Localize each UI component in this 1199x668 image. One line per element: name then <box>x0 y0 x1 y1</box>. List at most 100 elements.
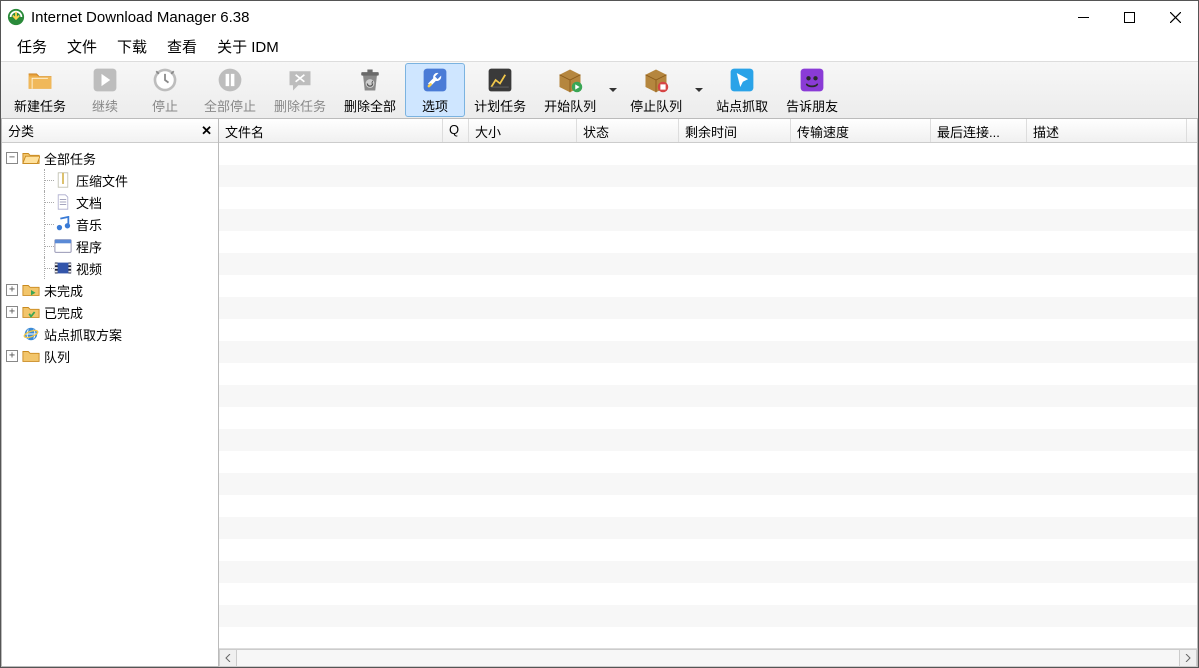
tree-node-icon <box>54 260 72 276</box>
table-header: 文件名Q大小状态剩余时间传输速度最后连接...描述 <box>219 119 1197 143</box>
toolbar-tell-friend-button[interactable]: 告诉朋友 <box>777 63 847 117</box>
tree-item-9[interactable]: + 队列 <box>2 345 218 367</box>
toolbar-label: 全部停止 <box>204 96 256 115</box>
tree-item-5[interactable]: 视频 <box>2 257 218 279</box>
tree-item-3[interactable]: 音乐 <box>2 213 218 235</box>
column-header-0[interactable]: 文件名 <box>219 119 443 142</box>
maximize-button[interactable] <box>1106 1 1152 33</box>
table-row <box>219 187 1197 209</box>
tree-item-label: 已完成 <box>44 303 83 322</box>
scroll-track[interactable] <box>237 649 1179 667</box>
horizontal-scrollbar[interactable] <box>219 648 1197 666</box>
column-header-1[interactable]: Q <box>443 119 469 142</box>
tree-item-0[interactable]: − 全部任务 <box>2 147 218 169</box>
categories-tree: − 全部任务压缩文件文档音乐程序视频 + 未完成 + 已完成站点抓取方案 + 队列 <box>2 143 218 666</box>
toolbar-scheduler-button[interactable]: 计划任务 <box>465 63 535 117</box>
tree-item-label: 站点抓取方案 <box>44 325 122 344</box>
toolbar-start-queue-button[interactable]: 开始队列 <box>535 63 605 117</box>
table-row <box>219 319 1197 341</box>
toolbar-label: 选项 <box>422 96 448 115</box>
toolbar-start-queue-dropdown[interactable] <box>605 63 621 117</box>
table-row <box>219 517 1197 539</box>
menu-file[interactable]: 文件 <box>57 32 107 61</box>
menu-download[interactable]: 下载 <box>107 32 157 61</box>
tree-toggle-icon[interactable]: − <box>6 152 18 164</box>
stop-all-icon <box>216 66 244 94</box>
close-button[interactable] <box>1152 1 1198 33</box>
tree-item-4[interactable]: 程序 <box>2 235 218 257</box>
toolbar-label: 告诉朋友 <box>786 96 838 115</box>
table-row <box>219 363 1197 385</box>
scroll-left-icon[interactable] <box>219 649 237 667</box>
menu-about[interactable]: 关于 IDM <box>207 32 289 61</box>
toolbar-stop-all-button: 全部停止 <box>195 63 265 117</box>
tree-node-icon <box>22 282 40 298</box>
tree-node-icon <box>22 150 40 166</box>
tree-item-1[interactable]: 压缩文件 <box>2 169 218 191</box>
delete-all-icon <box>356 66 384 94</box>
table-row <box>219 495 1197 517</box>
column-header-4[interactable]: 剩余时间 <box>679 119 791 142</box>
categories-close-icon[interactable]: ✕ <box>201 123 212 139</box>
tree-node-icon <box>22 348 40 364</box>
column-header-7[interactable]: 描述 <box>1027 119 1187 142</box>
stop-queue-icon <box>642 66 670 94</box>
toolbar-label: 停止 <box>152 96 178 115</box>
tree-item-2[interactable]: 文档 <box>2 191 218 213</box>
tree-item-label: 文档 <box>76 193 102 212</box>
toolbar-resume-button: 继续 <box>75 63 135 117</box>
tree-item-label: 队列 <box>44 347 70 366</box>
tree-toggle-icon[interactable]: + <box>6 284 18 296</box>
minimize-button[interactable] <box>1060 1 1106 33</box>
tree-connector <box>36 191 54 213</box>
tree-node-icon <box>22 304 40 320</box>
categories-panel: 分类 ✕ −全部任务压缩文件文档音乐程序视频+未完成+已完成站点抓取方案+队列 <box>1 119 219 667</box>
toolbar-label: 计划任务 <box>474 96 526 115</box>
tell-friend-icon <box>798 66 826 94</box>
toolbar-options-button[interactable]: 选项 <box>405 63 465 117</box>
toolbar-label: 停止队列 <box>630 96 682 115</box>
table-row <box>219 473 1197 495</box>
toolbar-grabber-button[interactable]: 站点抓取 <box>707 63 777 117</box>
titlebar: Internet Download Manager 6.38 <box>1 1 1198 33</box>
column-header-3[interactable]: 状态 <box>577 119 679 142</box>
menu-tasks[interactable]: 任务 <box>7 32 57 61</box>
toolbar-label: 新建任务 <box>14 96 66 115</box>
table-row <box>219 561 1197 583</box>
tree-item-label: 未完成 <box>44 281 83 300</box>
downloads-grid[interactable] <box>219 143 1197 648</box>
tree-item-7[interactable]: + 已完成 <box>2 301 218 323</box>
toolbar-stop-queue-button[interactable]: 停止队列 <box>621 63 691 117</box>
tree-toggle-icon[interactable]: + <box>6 306 18 318</box>
tree-node-icon <box>22 326 40 342</box>
tree-toggle-icon[interactable]: + <box>6 350 18 362</box>
downloads-panel: 文件名Q大小状态剩余时间传输速度最后连接...描述 <box>219 119 1198 667</box>
tree-item-8[interactable]: 站点抓取方案 <box>2 323 218 345</box>
column-header-2[interactable]: 大小 <box>469 119 577 142</box>
toolbar-delete-all-button[interactable]: 删除全部 <box>335 63 405 117</box>
table-row <box>219 407 1197 429</box>
table-row <box>219 209 1197 231</box>
toolbar-delete-button: 删除任务 <box>265 63 335 117</box>
column-header-6[interactable]: 最后连接... <box>931 119 1027 142</box>
table-row <box>219 451 1197 473</box>
toolbar-label: 站点抓取 <box>716 96 768 115</box>
scheduler-icon <box>486 66 514 94</box>
toolbar-label: 开始队列 <box>544 96 596 115</box>
tree-item-label: 全部任务 <box>44 149 96 168</box>
toolbar-new-task-button[interactable]: 新建任务 <box>5 63 75 117</box>
table-row <box>219 583 1197 605</box>
start-queue-icon <box>556 66 584 94</box>
toolbar-stop-button: 停止 <box>135 63 195 117</box>
toolbar-label: 继续 <box>92 96 118 115</box>
toolbar-label: 删除全部 <box>344 96 396 115</box>
window-title: Internet Download Manager 6.38 <box>31 9 249 26</box>
tree-item-6[interactable]: + 未完成 <box>2 279 218 301</box>
toolbar-stop-queue-dropdown[interactable] <box>691 63 707 117</box>
scroll-right-icon[interactable] <box>1179 649 1197 667</box>
table-row <box>219 275 1197 297</box>
menu-view[interactable]: 查看 <box>157 32 207 61</box>
table-row <box>219 297 1197 319</box>
column-header-5[interactable]: 传输速度 <box>791 119 931 142</box>
table-row <box>219 253 1197 275</box>
